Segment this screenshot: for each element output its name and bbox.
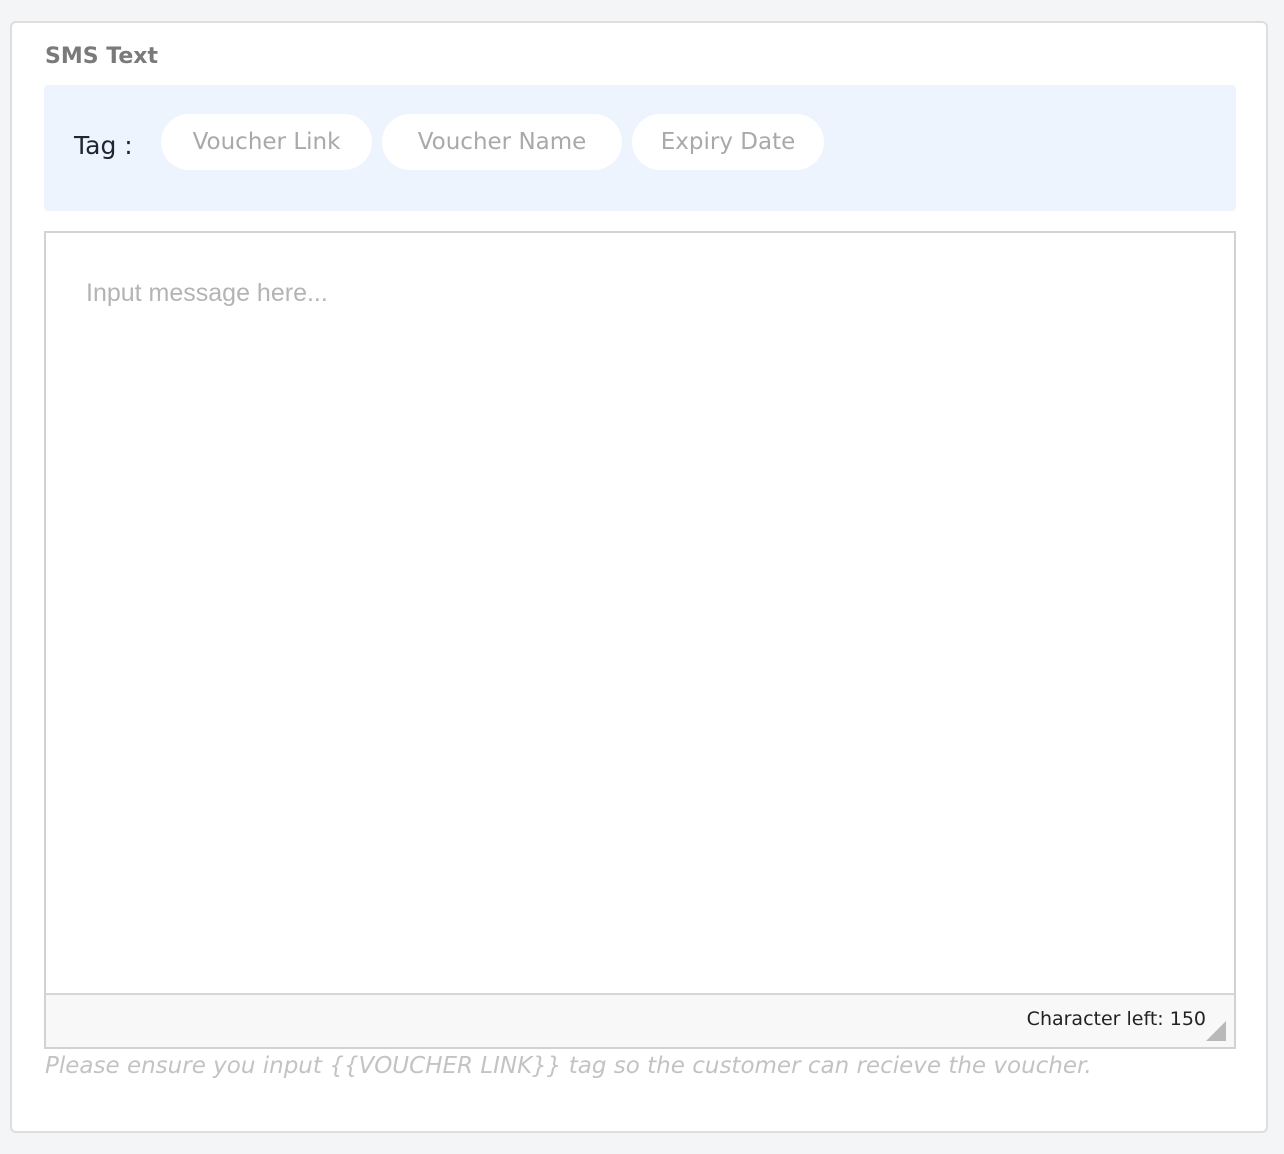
tag-label: Tag : — [74, 131, 133, 160]
tag-chip-voucher-name[interactable]: Voucher Name — [382, 114, 622, 170]
message-input[interactable] — [46, 233, 1234, 993]
hint-text: Please ensure you input {{VOUCHER LINK}}… — [45, 1053, 1092, 1079]
tag-bar: Tag : Voucher Link Voucher Name Expiry D… — [44, 85, 1236, 211]
section-title: SMS Text — [45, 44, 158, 69]
character-count: Character left: 150 — [1026, 1008, 1206, 1030]
sms-text-card: SMS Text Tag : Voucher Link Voucher Name… — [10, 21, 1268, 1133]
resize-handle-icon[interactable] — [1206, 1021, 1226, 1041]
editor-footer: Character left: 150 — [46, 993, 1234, 1047]
tag-chip-voucher-link[interactable]: Voucher Link — [161, 114, 372, 170]
tag-chip-expiry-date[interactable]: Expiry Date — [632, 114, 824, 170]
message-editor: Character left: 150 — [44, 231, 1236, 1049]
